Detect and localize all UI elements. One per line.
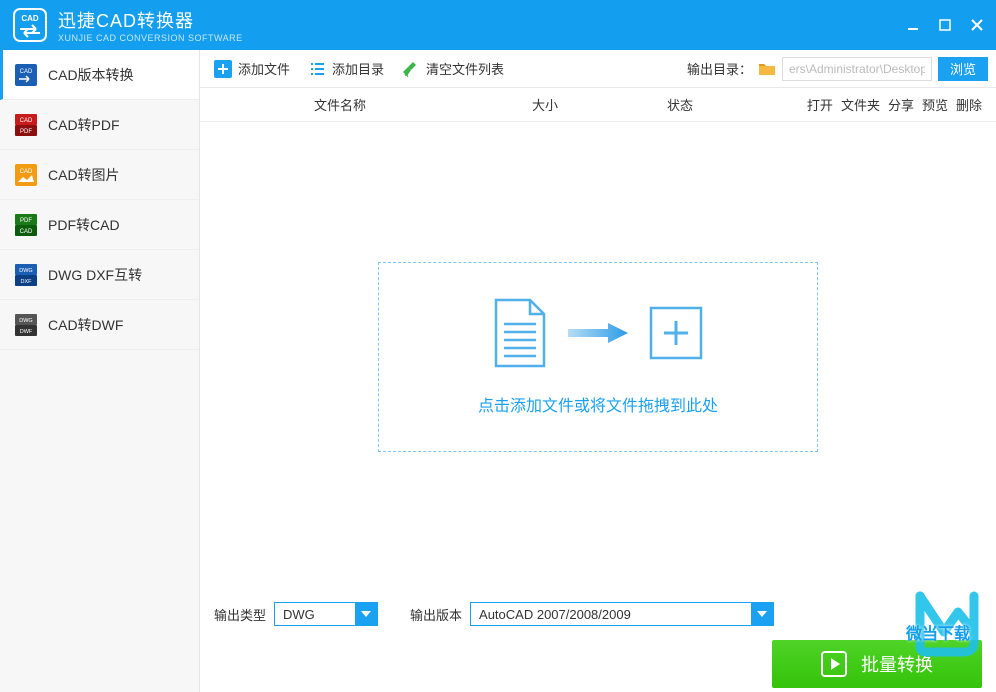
th-filename: 文件名称	[200, 95, 480, 114]
svg-text:DWG: DWG	[19, 318, 32, 324]
cad-dwf-icon: DWG DWF	[14, 313, 38, 337]
svg-text:CAD: CAD	[21, 14, 39, 23]
add-file-label: 添加文件	[238, 59, 290, 78]
svg-text:PDF: PDF	[20, 218, 32, 224]
sidebar-item-cad-version[interactable]: CAD CAD版本转换	[0, 50, 199, 100]
svg-text:CAD: CAD	[20, 118, 33, 124]
sidebar-item-label: CAD转图片	[48, 165, 120, 185]
close-icon[interactable]	[970, 18, 984, 32]
sidebar-item-pdf-to-cad[interactable]: PDF CAD PDF转CAD	[0, 200, 199, 250]
folder-icon	[758, 62, 776, 76]
output-version-select[interactable]: AutoCAD 2007/2008/2009	[470, 602, 774, 626]
output-path-input[interactable]	[782, 57, 932, 81]
th-size: 大小	[480, 95, 610, 114]
maximize-icon[interactable]	[938, 18, 952, 32]
broom-icon	[402, 60, 420, 78]
dropzone[interactable]: 点击添加文件或将文件拖拽到此处	[378, 262, 818, 452]
dropzone-illustration	[492, 298, 704, 368]
clear-list-button[interactable]: 清空文件列表	[396, 55, 510, 82]
svg-text:CAD: CAD	[20, 229, 33, 235]
th-preview: 预览	[922, 95, 948, 114]
chevron-down-icon	[751, 603, 773, 625]
list-icon	[308, 60, 326, 78]
sidebar-item-cad-to-dwf[interactable]: DWG DWF CAD转DWF	[0, 300, 199, 350]
add-file-button[interactable]: 添加文件	[208, 55, 296, 82]
sidebar-item-label: DWG DXF互转	[48, 265, 142, 285]
svg-text:DWG: DWG	[19, 268, 32, 274]
app-subtitle: XUNJIE CAD CONVERSION SOFTWARE	[58, 33, 243, 43]
th-status: 状态	[610, 95, 750, 114]
chevron-down-icon	[355, 603, 377, 625]
svg-text:CAD: CAD	[20, 69, 33, 75]
dropzone-text: 点击添加文件或将文件拖拽到此处	[478, 392, 718, 416]
svg-text:DWF: DWF	[20, 329, 33, 335]
svg-text:DXF: DXF	[21, 279, 33, 285]
play-icon	[821, 651, 847, 677]
app-logo-icon: CAD	[12, 7, 48, 43]
sidebar-item-dwg-dxf[interactable]: DWG DXF DWG DXF互转	[0, 250, 199, 300]
sidebar-item-cad-to-image[interactable]: CAD CAD转图片	[0, 150, 199, 200]
arrow-icon	[568, 321, 628, 345]
sidebar-item-cad-to-pdf[interactable]: CAD PDF CAD转PDF	[0, 100, 199, 150]
titlebar: CAD 迅捷CAD转换器 XUNJIE CAD CONVERSION SOFTW…	[0, 0, 996, 50]
output-type-label: 输出类型	[214, 605, 266, 624]
svg-text:PDF: PDF	[20, 129, 32, 135]
th-share: 分享	[888, 95, 914, 114]
cad-image-icon: CAD	[14, 163, 38, 187]
app-title: 迅捷CAD转换器	[58, 7, 243, 33]
add-box-icon	[648, 305, 704, 361]
sidebar-item-label: CAD转PDF	[48, 115, 120, 135]
document-icon	[492, 298, 548, 368]
th-folder: 文件夹	[841, 95, 880, 114]
dwg-dxf-icon: DWG DXF	[14, 263, 38, 287]
pdf-cad-icon: PDF CAD	[14, 213, 38, 237]
app-window: CAD 迅捷CAD转换器 XUNJIE CAD CONVERSION SOFTW…	[0, 0, 996, 692]
output-type-value: DWG	[275, 607, 355, 622]
sidebar-item-label: CAD版本转换	[48, 65, 134, 85]
cad-version-icon: CAD	[14, 63, 38, 87]
add-dir-label: 添加目录	[332, 59, 384, 78]
cad-pdf-icon: CAD PDF	[14, 113, 38, 137]
output-dir-label: 输出目录：	[687, 59, 752, 78]
sidebar-item-label: PDF转CAD	[48, 215, 120, 235]
th-delete: 删除	[956, 95, 982, 114]
file-list-area: 点击添加文件或将文件拖拽到此处	[200, 122, 996, 592]
add-dir-button[interactable]: 添加目录	[302, 55, 390, 82]
output-version-value: AutoCAD 2007/2008/2009	[471, 607, 751, 622]
toolbar: 添加文件 添加目录 清空文件列表 输出目录： 浏览	[200, 50, 996, 88]
clear-list-label: 清空文件列表	[426, 59, 504, 78]
svg-text:CAD: CAD	[20, 169, 33, 175]
convert-label: 批量转换	[861, 651, 933, 677]
table-header: 文件名称 大小 状态 打开 文件夹 分享 预览 删除	[200, 88, 996, 122]
footer: 输出类型 DWG 输出版本 AutoCAD 2007/2008/2009 批量转…	[200, 592, 996, 692]
th-open: 打开	[807, 95, 833, 114]
sidebar: CAD CAD版本转换 CAD PDF CAD转PDF CAD CAD转图片 PD…	[0, 50, 200, 692]
minimize-icon[interactable]	[906, 18, 920, 32]
plus-icon	[214, 60, 232, 78]
output-type-select[interactable]: DWG	[274, 602, 378, 626]
sidebar-item-label: CAD转DWF	[48, 315, 123, 335]
main-panel: 添加文件 添加目录 清空文件列表 输出目录： 浏览 文件名称 大小	[200, 50, 996, 692]
batch-convert-button[interactable]: 批量转换	[772, 640, 982, 688]
output-version-label: 输出版本	[410, 605, 462, 624]
browse-button[interactable]: 浏览	[938, 57, 988, 81]
